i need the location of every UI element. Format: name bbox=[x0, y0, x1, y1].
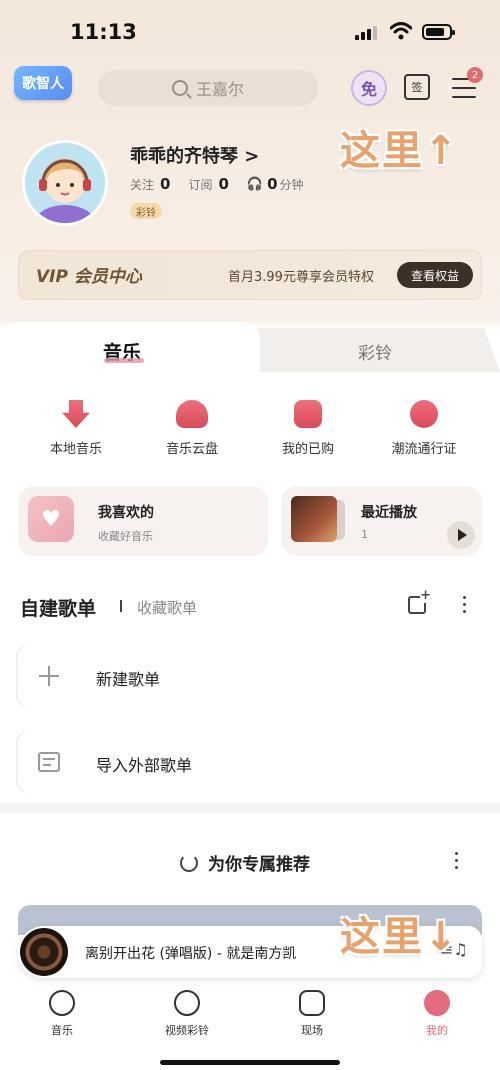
cloud-upload-icon bbox=[176, 400, 208, 428]
status-time: 11:13 bbox=[70, 20, 137, 44]
recent-cover-image bbox=[291, 496, 337, 542]
home-indicator bbox=[160, 1060, 340, 1065]
shopping-bag-icon bbox=[294, 400, 322, 428]
quick-entry-label: 潮流通行证 bbox=[391, 442, 457, 457]
import-list-icon[interactable] bbox=[18, 731, 80, 793]
album-disc[interactable] bbox=[20, 928, 68, 976]
recommend-title: 为你专属推荐 bbox=[208, 855, 310, 875]
nav-label: 我的 bbox=[426, 1024, 448, 1037]
magic-pass-icon bbox=[410, 400, 438, 428]
quick-entry-label: 音乐云盘 bbox=[165, 442, 218, 457]
subscribe-count[interactable]: 0 bbox=[218, 175, 228, 193]
bell-icon bbox=[174, 990, 200, 1016]
annotation-hint-top: 这里↑ bbox=[340, 128, 460, 174]
wifi-icon bbox=[390, 22, 412, 40]
free-mode-button[interactable]: 免 bbox=[351, 70, 387, 106]
liked-title: 我喜欢的 bbox=[98, 505, 154, 521]
search-bar[interactable]: 王嘉尔 bbox=[98, 70, 318, 106]
heart-icon: ♥ bbox=[28, 496, 74, 542]
purchased-entry[interactable]: 我的已购 bbox=[253, 400, 363, 457]
headphone-icon: 🎧 bbox=[246, 176, 264, 192]
quick-entry-label: 我的已购 bbox=[281, 442, 334, 457]
nav-live[interactable]: 现场 bbox=[272, 988, 352, 1038]
recent-count: 1 bbox=[361, 528, 368, 541]
listen-count: 0 bbox=[267, 175, 278, 193]
section-divider bbox=[120, 600, 122, 612]
follow-label[interactable]: 关注 bbox=[130, 176, 154, 193]
search-icon bbox=[171, 80, 188, 96]
follow-count[interactable]: 0 bbox=[160, 175, 170, 193]
vip-center-title: VIP 会员中心 bbox=[36, 267, 142, 287]
view-benefits-button[interactable]: 查看权益 bbox=[397, 262, 473, 288]
plus-icon[interactable] bbox=[18, 645, 80, 707]
tab-active-indicator bbox=[104, 358, 144, 363]
avatar-illustration bbox=[25, 143, 105, 223]
search-placeholder: 王嘉尔 bbox=[195, 80, 244, 99]
cellular-signal-icon bbox=[355, 26, 377, 40]
tab-ringtone[interactable]: 彩铃 bbox=[358, 339, 392, 364]
recommend-header[interactable]: 为你专属推荐 bbox=[180, 850, 310, 875]
subscribe-label[interactable]: 订阅 bbox=[188, 176, 212, 193]
liked-subtitle: 收藏好音乐 bbox=[98, 530, 153, 543]
music-note-icon bbox=[49, 990, 75, 1016]
add-playlist-icon[interactable] bbox=[408, 588, 431, 614]
quick-entry-label: 本地音乐 bbox=[49, 442, 102, 457]
local-music-entry[interactable]: 本地音乐 bbox=[21, 400, 131, 457]
profile-stats: 关注 0 订阅 0 🎧 0 分钟 bbox=[130, 175, 304, 193]
more-options-icon[interactable] bbox=[463, 596, 467, 617]
recommend-more-icon[interactable] bbox=[455, 852, 459, 873]
download-arrow-icon bbox=[62, 400, 90, 428]
play-icon[interactable] bbox=[447, 521, 475, 549]
sign-in-calendar-icon[interactable]: 签 bbox=[404, 74, 430, 100]
nav-label: 音乐 bbox=[51, 1024, 73, 1037]
username[interactable]: 乖乖的齐特琴 > bbox=[130, 142, 259, 168]
tab-my-playlists[interactable]: 自建歌单 bbox=[20, 594, 96, 621]
avatar[interactable] bbox=[22, 140, 108, 226]
nav-mine[interactable]: 我的 bbox=[397, 988, 477, 1038]
battery-icon bbox=[422, 24, 455, 40]
nav-music[interactable]: 音乐 bbox=[22, 988, 102, 1038]
now-playing-song[interactable]: 离别开出花 (弹唱版) - 就是南方凯 bbox=[85, 943, 296, 963]
annotation-hint-bottom: 这里↓ bbox=[340, 914, 460, 960]
listen-unit: 分钟 bbox=[279, 177, 304, 192]
nav-label: 视频彩铃 bbox=[165, 1024, 209, 1037]
trend-pass-entry[interactable]: 潮流通行证 bbox=[369, 400, 479, 457]
import-playlist-label[interactable]: 导入外部歌单 bbox=[96, 752, 192, 776]
vip-promo-text: 首月3.99元尊享会员特权 bbox=[228, 270, 374, 285]
app-logo[interactable]: 歌智人 bbox=[14, 66, 72, 100]
new-playlist-label[interactable]: 新建歌单 bbox=[96, 666, 160, 690]
refresh-icon[interactable] bbox=[180, 853, 198, 872]
smiley-face-icon bbox=[424, 990, 450, 1016]
nav-video-ringtone[interactable]: 视频彩铃 bbox=[147, 988, 227, 1038]
recent-title: 最近播放 bbox=[361, 505, 417, 521]
nav-label: 现场 bbox=[301, 1024, 323, 1037]
tab-collected-playlists[interactable]: 收藏歌单 bbox=[137, 597, 197, 618]
music-cloud-entry[interactable]: 音乐云盘 bbox=[137, 400, 247, 457]
menu-badge: 2 bbox=[467, 67, 483, 83]
ringtone-tag[interactable]: 彩铃 bbox=[130, 203, 162, 219]
section-divider bbox=[0, 803, 500, 813]
play-circle-icon bbox=[299, 990, 325, 1016]
